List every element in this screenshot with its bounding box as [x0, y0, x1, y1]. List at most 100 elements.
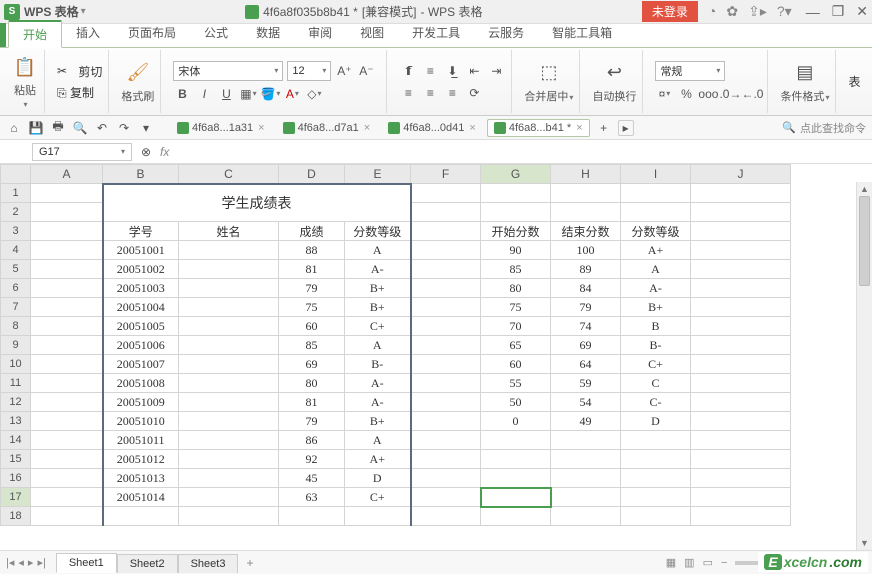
cell-J1[interactable]: [691, 184, 791, 203]
cell-F5[interactable]: [411, 260, 481, 279]
menu-tab-9[interactable]: 智能工具箱: [538, 20, 626, 47]
qat-undo-icon[interactable]: ↶: [94, 120, 110, 136]
cell-B10[interactable]: 20051007: [103, 355, 179, 374]
cell-H6[interactable]: 84: [551, 279, 621, 298]
cell-A15[interactable]: [31, 450, 103, 469]
view-normal-icon[interactable]: ▦: [666, 556, 676, 569]
settings-icon[interactable]: ✿: [726, 3, 738, 20]
clear-format-button[interactable]: ◇▾: [305, 85, 323, 103]
cell-F2[interactable]: [411, 203, 481, 222]
cell-I2[interactable]: [621, 203, 691, 222]
cell-J12[interactable]: [691, 393, 791, 412]
decrease-indent-icon[interactable]: ⇤: [465, 62, 483, 80]
menu-tab-6[interactable]: 视图: [346, 20, 398, 47]
cell-J17[interactable]: [691, 488, 791, 507]
cell-F1[interactable]: [411, 184, 481, 203]
cell-D6[interactable]: 79: [279, 279, 345, 298]
qat-save-icon[interactable]: 💾: [28, 120, 44, 136]
skin-icon[interactable]: ◔: [708, 3, 716, 20]
new-tab-button[interactable]: +: [596, 120, 612, 136]
cell-I10[interactable]: C+: [621, 355, 691, 374]
cell-G7[interactable]: 75: [481, 298, 551, 317]
sheet-last-icon[interactable]: ▸|: [37, 556, 45, 569]
cell-F12[interactable]: [411, 393, 481, 412]
cell-B3[interactable]: 学号: [103, 222, 179, 241]
cell-B11[interactable]: 20051008: [103, 374, 179, 393]
col-header-B[interactable]: B: [103, 165, 179, 184]
cell-I17[interactable]: [621, 488, 691, 507]
cell-F6[interactable]: [411, 279, 481, 298]
cell-J2[interactable]: [691, 203, 791, 222]
row-header-12[interactable]: 12: [1, 393, 31, 412]
cell-I8[interactable]: B: [621, 317, 691, 336]
qat-preview-icon[interactable]: 🔍: [72, 120, 88, 136]
fill-color-button[interactable]: 🪣▾: [261, 85, 279, 103]
cell-I13[interactable]: D: [621, 412, 691, 431]
cell-H3[interactable]: 结束分数: [551, 222, 621, 241]
bold-button[interactable]: B: [173, 85, 191, 103]
cell-C8[interactable]: [179, 317, 279, 336]
document-tab-0[interactable]: 4f6a8...1a31×: [170, 119, 272, 137]
cell-I12[interactable]: C-: [621, 393, 691, 412]
sync-icon[interactable]: ⇪▸: [748, 3, 767, 20]
cell-E4[interactable]: A: [345, 241, 411, 260]
cell-G18[interactable]: [481, 507, 551, 526]
cell-D4[interactable]: 88: [279, 241, 345, 260]
cell-H11[interactable]: 59: [551, 374, 621, 393]
row-header-8[interactable]: 8: [1, 317, 31, 336]
close-icon[interactable]: ×: [364, 122, 370, 134]
cell-F3[interactable]: [411, 222, 481, 241]
cell-E7[interactable]: B+: [345, 298, 411, 317]
cell-C13[interactable]: [179, 412, 279, 431]
ribbon-more[interactable]: 表: [848, 73, 860, 90]
cell-D12[interactable]: 81: [279, 393, 345, 412]
sheet-next-icon[interactable]: ▸: [28, 556, 34, 569]
document-tab-3[interactable]: 4f6a8...b41 *×: [487, 119, 590, 137]
cell-G3[interactable]: 开始分数: [481, 222, 551, 241]
cell-H5[interactable]: 89: [551, 260, 621, 279]
cell-G12[interactable]: 50: [481, 393, 551, 412]
decrease-font-icon[interactable]: A⁻: [357, 62, 375, 80]
copy-button[interactable]: ⎘ 复制: [57, 84, 94, 101]
cell-A16[interactable]: [31, 469, 103, 488]
col-header-J[interactable]: J: [691, 165, 791, 184]
cell-E11[interactable]: A-: [345, 374, 411, 393]
cell-C10[interactable]: [179, 355, 279, 374]
align-center-icon[interactable]: ≡: [421, 84, 439, 102]
cell-J15[interactable]: [691, 450, 791, 469]
number-format-select[interactable]: 常规▾: [655, 61, 725, 81]
row-header-7[interactable]: 7: [1, 298, 31, 317]
cell-D17[interactable]: 63: [279, 488, 345, 507]
cell-D3[interactable]: 成绩: [279, 222, 345, 241]
format-painter-button[interactable]: 🖌 格式刷: [115, 50, 161, 113]
fx-cancel-icon[interactable]: ⊗: [138, 144, 154, 160]
sheet-first-icon[interactable]: |◂: [6, 556, 14, 569]
col-header-F[interactable]: F: [411, 165, 481, 184]
align-middle-icon[interactable]: ≡: [421, 62, 439, 80]
sheet-prev-icon[interactable]: ◂: [18, 556, 24, 569]
cell-C5[interactable]: [179, 260, 279, 279]
currency-icon[interactable]: ¤▾: [655, 85, 673, 103]
merge-center-button[interactable]: ⬚ 合并居中▾: [518, 50, 580, 113]
sheet-tab-0[interactable]: Sheet1: [56, 553, 117, 573]
menu-tab-2[interactable]: 页面布局: [114, 20, 190, 47]
cell-I4[interactable]: A+: [621, 241, 691, 260]
cell-F16[interactable]: [411, 469, 481, 488]
cell-D13[interactable]: 79: [279, 412, 345, 431]
cell-G13[interactable]: 0: [481, 412, 551, 431]
add-sheet-button[interactable]: +: [238, 553, 261, 573]
cell-F13[interactable]: [411, 412, 481, 431]
cell-D16[interactable]: 45: [279, 469, 345, 488]
cell-E10[interactable]: B-: [345, 355, 411, 374]
cell-G5[interactable]: 85: [481, 260, 551, 279]
col-header-C[interactable]: C: [179, 165, 279, 184]
qat-redo-icon[interactable]: ↷: [116, 120, 132, 136]
formula-input[interactable]: [175, 143, 866, 161]
cell-G15[interactable]: [481, 450, 551, 469]
close-icon[interactable]: ×: [469, 122, 475, 134]
cell-H14[interactable]: [551, 431, 621, 450]
cell-G10[interactable]: 60: [481, 355, 551, 374]
align-left-icon[interactable]: ≡: [399, 84, 417, 102]
cell-F8[interactable]: [411, 317, 481, 336]
cell-F14[interactable]: [411, 431, 481, 450]
